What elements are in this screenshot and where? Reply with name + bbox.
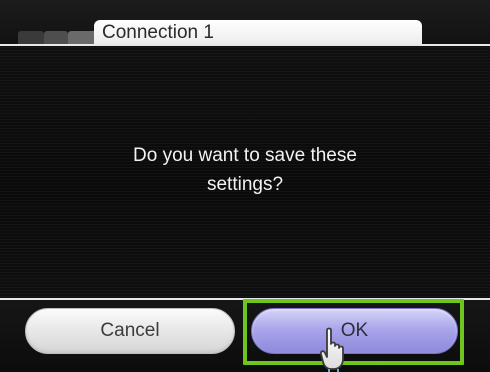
cancel-button[interactable]: Cancel (25, 308, 235, 354)
header-bar: Connection 1 (0, 0, 490, 45)
ok-button[interactable]: OK (251, 308, 458, 354)
hand-pointer-icon (319, 327, 344, 372)
wii-settings-screen: Connection 1 Do you want to save these s… (0, 0, 490, 372)
header-decoration-tab (44, 31, 68, 45)
dialog-panel: Do you want to save these settings? (0, 46, 490, 298)
page-title: Connection 1 (102, 22, 214, 43)
message-line: settings? (206, 173, 284, 195)
header-decoration-tab (18, 31, 44, 45)
title-tab: Connection 1 (94, 20, 422, 45)
message-line: Do you want to save these (133, 144, 357, 166)
confirmation-message: Do you want to save these settings? (95, 141, 395, 199)
